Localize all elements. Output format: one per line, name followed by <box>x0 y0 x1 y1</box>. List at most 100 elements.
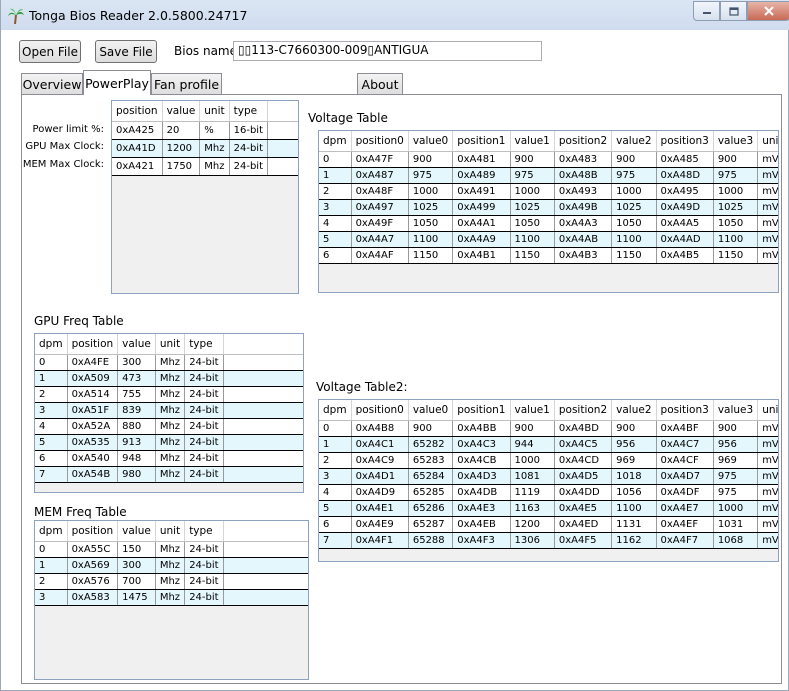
table-cell[interactable]: 1000 <box>713 183 759 200</box>
column-header[interactable]: position3 <box>656 400 714 421</box>
table-cell[interactable]: 24-bit <box>184 434 224 451</box>
table-cell[interactable]: 0xA4E5 <box>554 500 613 517</box>
table-cell[interactable]: 6 <box>319 516 352 533</box>
table-cell[interactable]: 839 <box>117 402 156 419</box>
table-cell[interactable]: 900 <box>713 151 759 168</box>
table-cell[interactable]: 900 <box>510 151 555 168</box>
table-cell[interactable]: 0xA51F <box>67 402 119 419</box>
table-cell[interactable]: 24-bit <box>184 386 224 403</box>
table-cell[interactable]: 1000 <box>408 183 454 200</box>
table-cell[interactable]: 1050 <box>510 215 555 232</box>
table-cell[interactable]: 1100 <box>510 231 555 248</box>
table-row[interactable]: 5 0xA4E1 65286 0xA4E3 1163 0xA4E5 1100 0xA4E7 10… <box>319 500 778 517</box>
table-cell[interactable]: 900 <box>611 420 657 437</box>
table-cell[interactable]: 1163 <box>510 500 555 517</box>
column-header[interactable]: value <box>117 334 156 355</box>
table-cell[interactable]: 0xA481 <box>452 151 511 168</box>
table-cell[interactable]: 1162 <box>611 532 657 549</box>
table-cell[interactable]: 0xA4B5 <box>656 247 714 264</box>
table-cell[interactable]: 0xA4AB <box>554 231 613 248</box>
table-row[interactable]: 4 0xA52A 880 Mhz 24-bit <box>35 418 303 435</box>
table-cell[interactable]: mV <box>757 199 778 216</box>
table-cell[interactable]: mV <box>757 484 778 501</box>
table-cell[interactable]: 0xA52A <box>67 418 119 435</box>
table-cell[interactable]: 0xA4FE <box>67 354 119 371</box>
table-cell[interactable]: 2 <box>319 452 352 469</box>
table-cell[interactable]: 880 <box>117 418 156 435</box>
table-cell[interactable]: 0xA4C3 <box>452 436 511 453</box>
table-cell[interactable]: 3 <box>35 589 68 606</box>
powerplay-grid[interactable]: position value unit type 0xA425 20% 16-bit 0xA4… <box>111 100 299 294</box>
maximize-button[interactable] <box>720 1 747 21</box>
table-cell[interactable]: 24-bit <box>184 589 224 606</box>
table-cell[interactable]: 1 <box>35 557 68 574</box>
table-cell[interactable]: 473 <box>117 370 156 387</box>
table-cell[interactable]: 0xA4AD <box>656 231 714 248</box>
table-cell[interactable]: 1150 <box>713 247 759 264</box>
table-row[interactable]: 1 0xA569 300 Mhz 24-bit <box>35 557 308 574</box>
table-cell[interactable]: 975 <box>611 167 657 184</box>
table-cell[interactable]: 0xA514 <box>67 386 119 403</box>
table-cell[interactable]: 1119 <box>510 484 555 501</box>
table-cell[interactable]: 0xA4F7 <box>656 532 714 549</box>
table-cell[interactable]: 1025 <box>510 199 555 216</box>
table-cell[interactable]: 0xA4A9 <box>452 231 511 248</box>
table-row[interactable]: 3 0xA51F 839 Mhz 24-bit <box>35 402 303 419</box>
table-cell[interactable]: 2 <box>35 573 68 590</box>
table-cell[interactable]: mV <box>757 167 778 184</box>
table-cell[interactable]: 65286 <box>408 500 454 517</box>
table-cell[interactable]: % <box>199 121 230 140</box>
column-header[interactable]: position1 <box>452 131 511 152</box>
column-header[interactable]: dpm <box>319 400 352 421</box>
table-cell[interactable]: 1100 <box>408 231 454 248</box>
table-cell[interactable]: 0xA4BD <box>554 420 613 437</box>
table-cell[interactable]: Mhz <box>155 466 186 483</box>
table-cell[interactable]: 0xA4B8 <box>351 420 409 437</box>
column-header[interactable]: value1 <box>510 131 555 152</box>
table-row[interactable]: 1 0xA4C1 65282 0xA4C3 944 0xA4C5 956 0xA4C7 956 m… <box>319 436 778 453</box>
table-cell[interactable]: 975 <box>713 484 759 501</box>
table-cell[interactable]: 0xA4A7 <box>351 231 409 248</box>
table-row[interactable]: 2 0xA576 700 Mhz 24-bit <box>35 573 308 590</box>
column-header[interactable]: value3 <box>713 400 759 421</box>
table-cell[interactable]: 0xA4E1 <box>351 500 409 517</box>
table-cell[interactable]: 300 <box>117 557 156 574</box>
table-cell[interactable]: 0xA41D <box>112 139 163 158</box>
table-cell[interactable]: 24-bit <box>184 541 224 558</box>
table-row[interactable]: 2 0xA48F 1000 0xA491 1000 0xA493 1000 0xA495 100… <box>319 183 778 200</box>
table-cell[interactable]: 0xA497 <box>351 199 409 216</box>
table-cell[interactable]: 0 <box>319 420 352 437</box>
table-cell[interactable]: 0xA4E9 <box>351 516 409 533</box>
table-row[interactable]: 2 0xA514 755 Mhz 24-bit <box>35 386 303 403</box>
table-cell[interactable]: mV <box>757 516 778 533</box>
mem-freq-grid[interactable]: dpm position value unit type 0 0xA55C 150 Mhz 24-… <box>34 520 309 680</box>
column-header[interactable]: position2 <box>554 131 613 152</box>
table-cell[interactable]: 0xA47F <box>351 151 409 168</box>
table-row[interactable]: 0xA421 1750 Mhz 24-bit <box>112 157 298 176</box>
voltage-table-grid[interactable]: dpm position0 value0 position1 value1 positio… <box>318 130 779 293</box>
table-cell[interactable]: Mhz <box>155 370 186 387</box>
table-cell[interactable]: mV <box>757 151 778 168</box>
column-header[interactable]: value1 <box>510 400 555 421</box>
table-cell[interactable]: 0xA569 <box>67 557 119 574</box>
table-cell[interactable]: 0xA487 <box>351 167 409 184</box>
table-cell[interactable]: 7 <box>35 466 68 483</box>
table-cell[interactable]: mV <box>757 452 778 469</box>
table-cell[interactable]: 0xA4BB <box>452 420 511 437</box>
table-row[interactable]: 6 0xA4E9 65287 0xA4EB 1200 0xA4ED 1131 0xA4EF 10… <box>319 516 778 533</box>
table-cell[interactable]: 1750 <box>162 157 201 176</box>
table-cell[interactable]: 0 <box>35 541 68 558</box>
table-cell[interactable]: 755 <box>117 386 156 403</box>
column-header[interactable]: position0 <box>351 400 409 421</box>
column-header[interactable]: position3 <box>656 131 714 152</box>
table-cell[interactable]: 0xA583 <box>67 589 119 606</box>
column-header[interactable]: position <box>112 101 163 122</box>
table-cell[interactable]: mV <box>757 231 778 248</box>
table-cell[interactable]: 24-bit <box>184 354 224 371</box>
table-cell[interactable]: 65285 <box>408 484 454 501</box>
table-cell[interactable]: 0xA55C <box>67 541 119 558</box>
table-cell[interactable]: mV <box>757 500 778 517</box>
table-cell[interactable]: 1050 <box>713 215 759 232</box>
table-cell[interactable]: 3 <box>35 402 68 419</box>
table-cell[interactable]: 0xA54B <box>67 466 119 483</box>
